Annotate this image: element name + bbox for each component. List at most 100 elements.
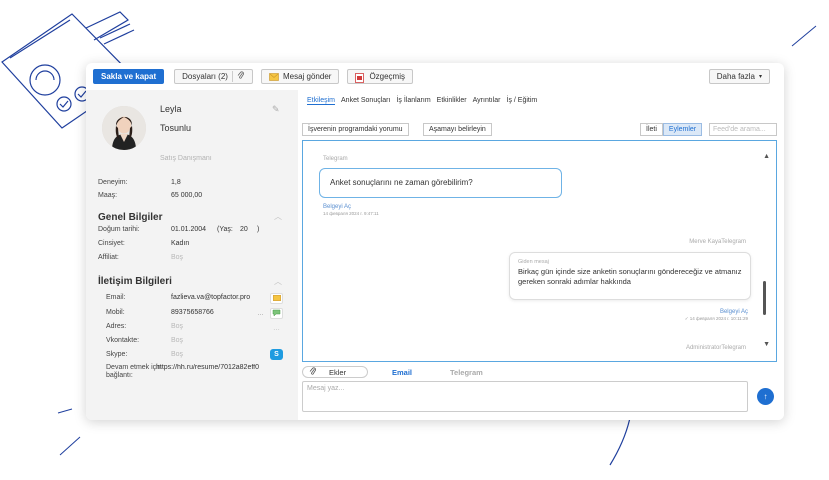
skype-icon[interactable]: S	[270, 349, 283, 360]
message-timestamp: ✓ 14 февраля 2024 г. 10:11:29	[684, 316, 748, 321]
filter-messages-button[interactable]: İleti	[640, 123, 663, 136]
tab-work-education[interactable]: İş / Eğitim	[507, 97, 538, 105]
message-author: Merve KayaTelegram	[689, 239, 746, 245]
tab-job-listings[interactable]: İş İlanlarım	[396, 97, 430, 105]
send-arrow-icon[interactable]: ↑	[757, 388, 774, 405]
outgoing-message-kind: Giden mesaj	[518, 259, 549, 265]
more-label: Daha fazla	[716, 72, 755, 81]
decorative-doodle-stroke-top-right	[790, 22, 820, 52]
message-author: AdministratorTelegram	[685, 345, 746, 351]
paperclip-icon	[309, 366, 317, 378]
vkontakte-label: Vkontakte:	[106, 337, 140, 344]
activity-tabs: Etkileşim Anket Sonuçları İş İlanlarım E…	[307, 97, 537, 105]
skype-row: Skype: Boş	[86, 351, 298, 361]
mobile-label: Mobil:	[106, 309, 125, 316]
contact-info-heading: İletişim Bilgileri	[98, 276, 172, 287]
tab-interaction[interactable]: Etkileşim	[307, 97, 336, 105]
gender-value: Kadın	[171, 240, 190, 247]
open-document-link[interactable]: Belgeyi Aç	[720, 309, 748, 315]
address-label: Adres:	[106, 323, 127, 330]
employer-comment-button[interactable]: İşverenin programdaki yorumu	[302, 123, 409, 136]
filter-actions-button[interactable]: Eylemler	[662, 123, 703, 136]
chevron-up-icon[interactable]: ︿	[274, 276, 282, 287]
candidate-window: Sakla ve kapat Dosyaları (2) Mesaj gönde…	[86, 63, 784, 420]
cv-label: Özgeçmiş	[369, 72, 405, 81]
mobile-call-button[interactable]	[270, 308, 283, 319]
skype-value: Boş	[171, 351, 184, 358]
open-document-link[interactable]: Belgeyi Aç	[323, 204, 351, 210]
birthdate-label: Doğum tarihi:	[98, 226, 140, 233]
tab-survey-results[interactable]: Anket Sonuçları	[341, 97, 390, 105]
channel-label: Telegram	[323, 156, 348, 162]
birthdate-value: 01.01.2004	[171, 226, 207, 233]
address-more-button[interactable]: …	[270, 323, 283, 334]
attachments-button[interactable]: Ekler	[302, 366, 368, 378]
tab-events[interactable]: Etkinlikler	[437, 97, 467, 105]
feed-filter: İleti Eylemler	[640, 123, 703, 136]
profile-panel: Leyla Tosunlu ✎ Satış Danışmanı Deneyim:…	[86, 90, 298, 420]
general-info-heading: Genel Bilgiler	[98, 212, 163, 223]
age-label: (Yaş:	[217, 226, 233, 233]
envelope-icon	[272, 294, 281, 303]
experience-label: Deneyim:	[98, 179, 128, 186]
last-name: Tosunlu	[160, 123, 192, 133]
apply-link-value[interactable]: https://hh.ru/resume/7012a82eff0	[156, 364, 296, 371]
apply-link-label: Devam etmek için bağlantı:	[106, 364, 162, 380]
save-and-close-button[interactable]: Sakla ve kapat	[93, 69, 165, 84]
pdf-icon	[355, 72, 365, 83]
email-label: Email:	[106, 294, 126, 301]
affiliate-label: Affiliat:	[98, 254, 119, 261]
files-label: Dosyaları (2)	[182, 72, 228, 81]
send-message-label: Mesaj gönder	[282, 72, 332, 81]
apply-link-label-line1: Devam etmek için	[106, 364, 162, 371]
attachments-label: Ekler	[329, 367, 347, 377]
chevron-down-icon: ▾	[758, 74, 762, 80]
save-and-close-label: Sakla ve kapat	[101, 72, 157, 81]
scroll-up-arrow-icon[interactable]: ▲	[763, 153, 770, 160]
chevron-up-icon[interactable]: ︿	[274, 211, 282, 222]
age-close: )	[257, 226, 260, 233]
scroll-down-arrow-icon[interactable]: ▼	[763, 341, 770, 348]
pencil-icon[interactable]: ✎	[272, 104, 280, 115]
top-toolbar: Sakla ve kapat Dosyaları (2) Mesaj gönde…	[86, 63, 784, 90]
set-stage-button[interactable]: Aşamayı belirleyin	[423, 123, 492, 136]
files-button[interactable]: Dosyaları (2)	[174, 69, 253, 84]
apply-link-label-line2: bağlantı:	[106, 372, 133, 379]
more-button[interactable]: Daha fazla ▾	[708, 69, 770, 84]
mobile-value[interactable]: 89375658766	[171, 309, 214, 316]
vkontakte-value: Boş	[171, 337, 184, 344]
email-row: Email: fazlieva.va@topfactor.pro	[86, 294, 298, 304]
cv-button[interactable]: Özgeçmiş	[347, 69, 413, 84]
apply-link-row: Devam etmek için bağlantı: https://hh.ru…	[86, 364, 298, 384]
email-send-button[interactable]	[270, 293, 283, 304]
email-value[interactable]: fazlieva.va@topfactor.pro	[171, 294, 250, 301]
incoming-message: Anket sonuçlarını ne zaman görebilirim?	[319, 168, 562, 198]
age-value: 20	[240, 226, 248, 233]
activity-panel: Etkileşim Anket Sonuçları İş İlanlarım E…	[298, 90, 784, 420]
salary-value: 65 000,00	[171, 192, 203, 199]
feed-search-input[interactable]: Feed'de arama...	[709, 123, 777, 136]
compose-tab-email[interactable]: Email	[392, 368, 412, 377]
salary-row: Maaş: 65 000,00	[86, 192, 298, 202]
phone-chat-icon	[272, 309, 281, 319]
skype-label: Skype:	[106, 351, 128, 358]
outgoing-message: Giden mesaj Birkaç gün içinde size anket…	[509, 252, 751, 300]
vkontakte-row: Vkontakte: Boş	[86, 337, 298, 347]
address-value: Boş	[171, 323, 184, 330]
experience-value: 1,8	[171, 179, 181, 186]
outgoing-message-text: Birkaç gün içinde size anketin sonuçları…	[518, 267, 742, 286]
experience-row: Deneyim: 1,8	[86, 179, 298, 189]
tab-details[interactable]: Ayrıntılar	[473, 97, 501, 105]
compose-tab-telegram[interactable]: Telegram	[450, 368, 483, 377]
mobile-more-button[interactable]: ...	[254, 308, 267, 319]
position-title: Satış Danışmanı	[160, 155, 212, 162]
compose-tabs: Ekler Email Telegram	[302, 366, 483, 378]
decorative-doodle-strokes-bottom-left	[50, 405, 90, 465]
scrollbar-thumb[interactable]	[763, 281, 766, 315]
message-input[interactable]: Mesaj yaz...	[302, 381, 748, 412]
salary-label: Maaş:	[98, 192, 118, 199]
send-message-button[interactable]: Mesaj gönder	[260, 69, 340, 84]
chat-feed: Telegram Anket sonuçlarını ne zaman göre…	[302, 140, 777, 362]
envelope-icon	[269, 72, 279, 81]
avatar	[102, 106, 146, 150]
